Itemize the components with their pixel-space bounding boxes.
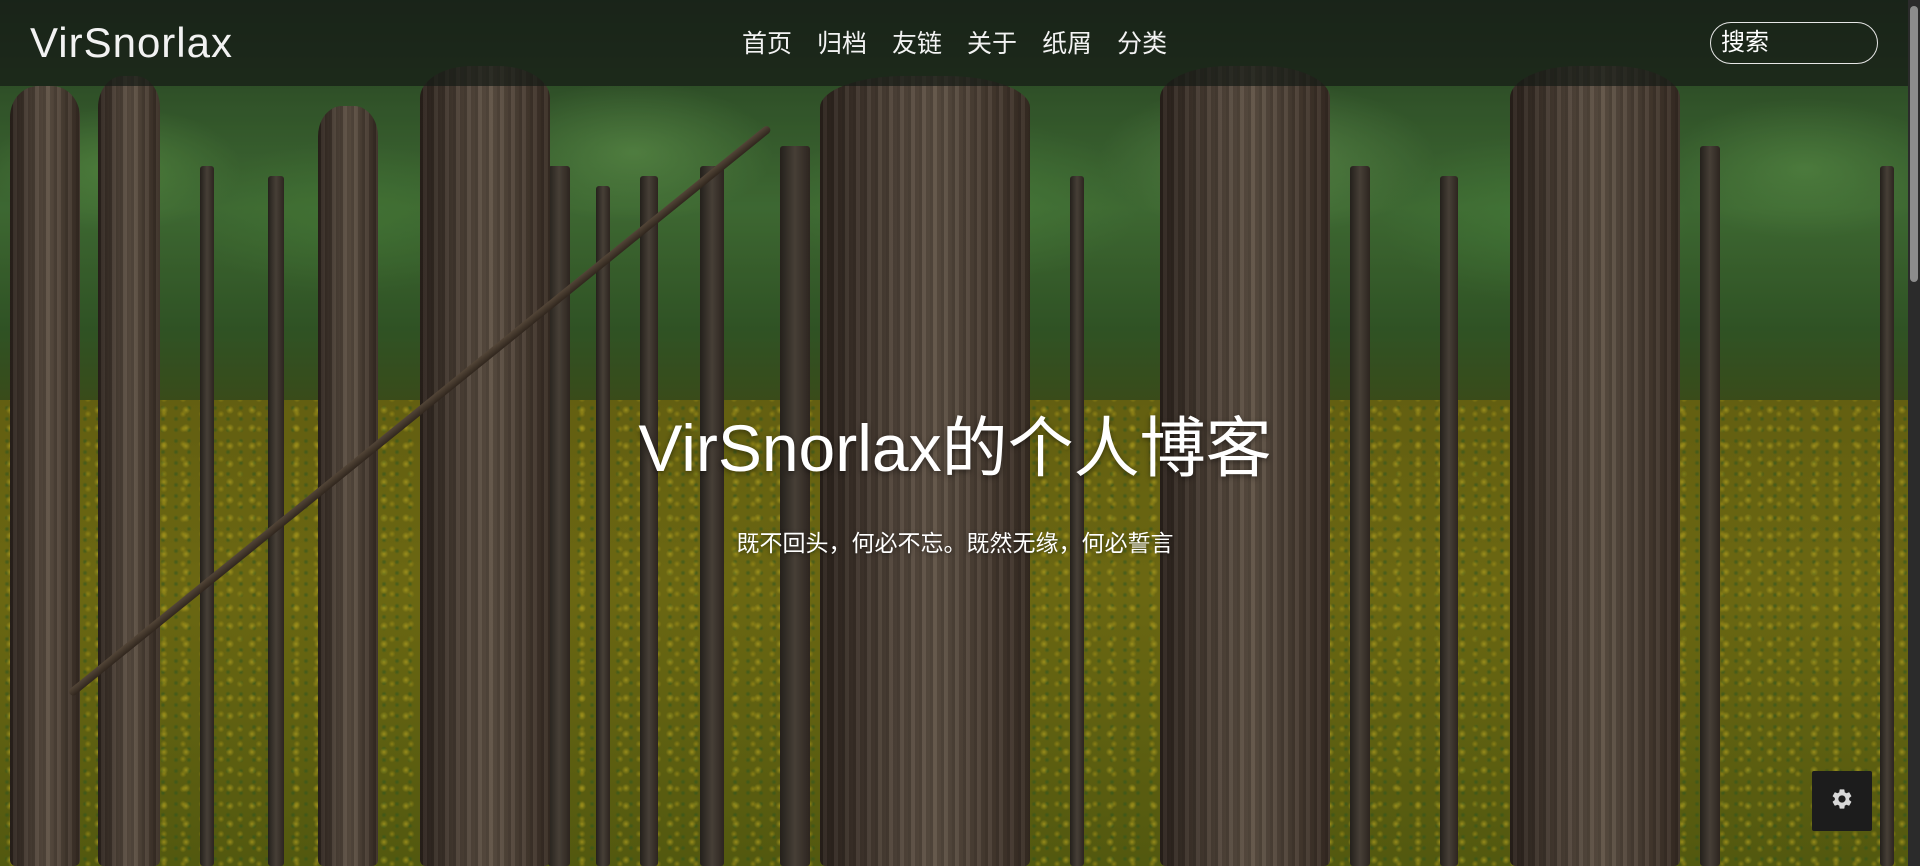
blog-home-page: VirSnorlax 首页 归档 友链 关于 纸屑 分类 VirSnorlax的…: [0, 0, 1920, 866]
nav-item-home[interactable]: 首页: [742, 28, 792, 60]
scrollbar-thumb[interactable]: [1910, 6, 1918, 282]
nav-item-categories[interactable]: 分类: [1117, 28, 1167, 60]
hero-subtitle: 既不回头，何必不忘。既然无缘，何必誓言: [736, 531, 1174, 557]
hero-title: VirSnorlax的个人博客: [638, 411, 1272, 485]
main-nav: 首页 归档 友链 关于 纸屑 分类: [742, 28, 1167, 60]
nav-item-archive[interactable]: 归档: [817, 28, 867, 60]
search-input[interactable]: [1710, 22, 1878, 64]
gear-icon: [1830, 787, 1854, 816]
site-header: VirSnorlax 首页 归档 友链 关于 纸屑 分类: [0, 0, 1920, 86]
nav-item-notes[interactable]: 纸屑: [1042, 28, 1092, 60]
settings-button[interactable]: [1812, 771, 1872, 831]
page-scrollbar[interactable]: [1908, 0, 1920, 866]
nav-item-links[interactable]: 友链: [892, 28, 942, 60]
site-brand-logo[interactable]: VirSnorlax: [30, 20, 233, 66]
nav-item-about[interactable]: 关于: [967, 28, 1017, 60]
